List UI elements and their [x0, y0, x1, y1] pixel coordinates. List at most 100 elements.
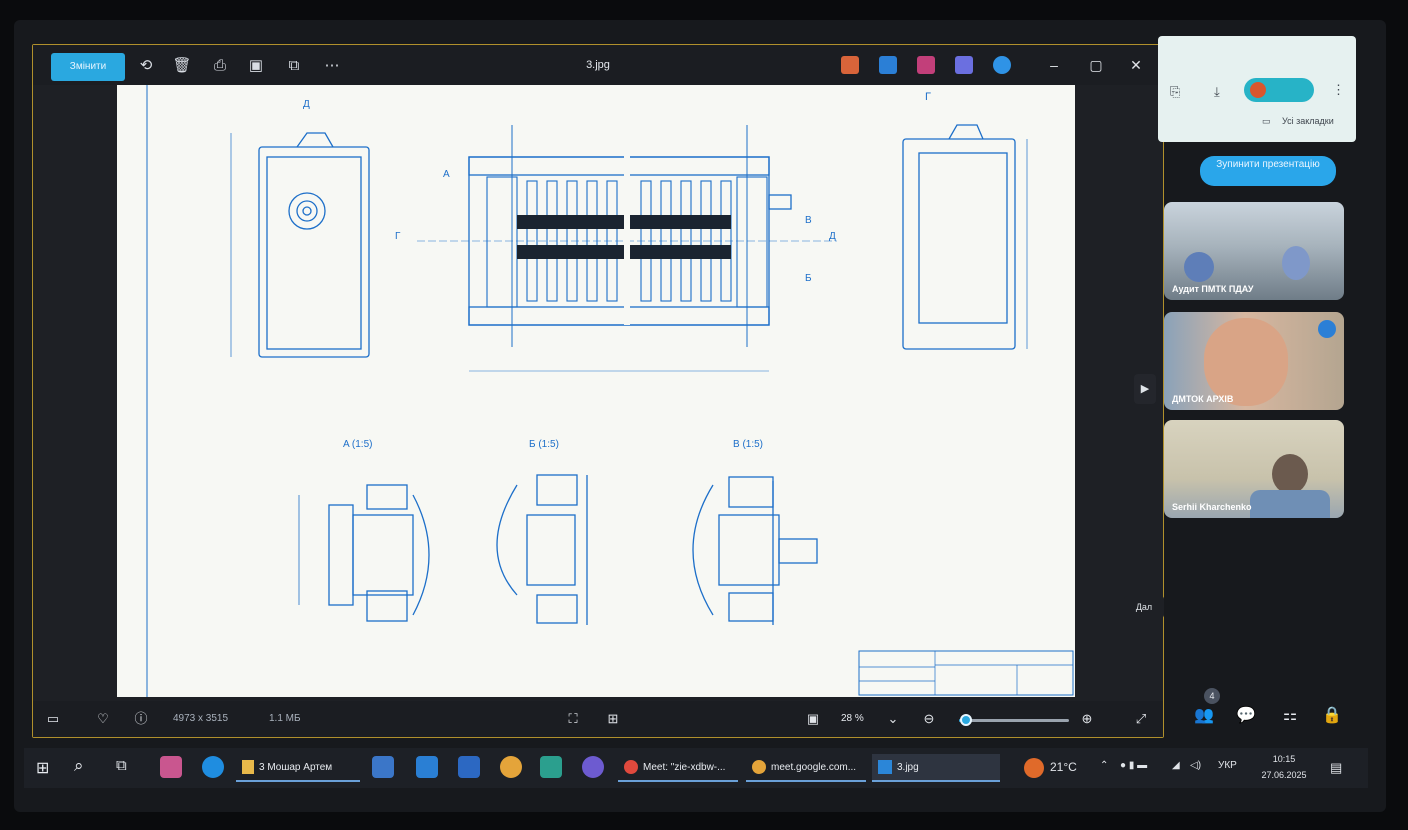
weather-icon[interactable] — [1024, 758, 1044, 778]
taskbar-app-label: 3.jpg — [897, 761, 919, 773]
copilot-icon[interactable] — [160, 756, 182, 778]
speaking-indicator-icon — [1318, 320, 1336, 338]
expand-panel-arrow-icon[interactable]: ▶ — [1134, 374, 1156, 404]
rotate-icon[interactable]: ⟲ — [135, 55, 157, 77]
taskbar-app-photos[interactable]: 3.jpg — [872, 754, 1000, 782]
fit-screen-icon[interactable]: ⛶ — [565, 711, 581, 727]
view-label-g: Г — [925, 91, 931, 103]
input-language[interactable]: УКР — [1218, 760, 1237, 771]
zoom-out-icon[interactable]: ⊖ — [921, 711, 937, 727]
windows-taskbar: ⊞ ⌕ ⧉ 3 Мошар Артем Meet: "zie-xdbw-... … — [24, 748, 1368, 788]
weather-temperature[interactable]: 21°C — [1050, 760, 1077, 774]
volume-icon[interactable]: ◁) — [1190, 760, 1201, 771]
chrome-icon — [624, 760, 638, 774]
section-label-v: B (1:5) — [733, 439, 764, 450]
zoom-slider[interactable] — [959, 714, 1069, 726]
close-button[interactable]: ✕ — [1123, 53, 1149, 77]
folder-icon: ▭ — [1262, 116, 1271, 126]
app-copilot-icon[interactable] — [841, 56, 859, 74]
people-icon[interactable]: 👥 — [1194, 706, 1214, 726]
info-icon[interactable]: ⓘ — [133, 711, 149, 727]
app-paint-icon[interactable] — [879, 56, 897, 74]
view-label-d: Д — [303, 99, 310, 110]
image-dimensions: 4973 x 3515 — [173, 713, 229, 724]
store-icon[interactable] — [372, 756, 394, 778]
browser-toolbar-popup: ⎘ ⤓ ⋮ ▭ Усі закладки — [1158, 36, 1356, 142]
app-onedrive-icon[interactable] — [993, 56, 1011, 74]
file-size: 1.1 МБ — [269, 713, 301, 724]
favorite-heart-icon[interactable]: ♡ — [95, 711, 111, 727]
participant-tile[interactable]: ДМТОК АРХІВ — [1164, 312, 1344, 410]
participant-person — [1282, 246, 1310, 280]
download-icon[interactable]: ⤓ — [1214, 84, 1220, 100]
chrome-icon[interactable] — [500, 756, 522, 778]
search-icon[interactable]: ⌕ — [74, 756, 84, 776]
app-icon[interactable] — [540, 756, 562, 778]
show-hidden-icons-chevron-icon[interactable]: ⌃ — [1100, 760, 1108, 771]
save-disk-icon[interactable] — [458, 756, 480, 778]
participant-count-badge: 4 — [1204, 688, 1220, 704]
fullscreen-icon[interactable]: ⤢ — [1133, 711, 1149, 727]
viewer-titlebar: Змінити ⟲ 🗑 ⎙ ▣ ⧉ ⋯ 3.jpg – ▢ ✕ — [33, 45, 1163, 85]
slideshow-icon[interactable]: ▣ — [805, 711, 821, 727]
photos-icon — [878, 760, 892, 774]
participant-tile[interactable]: Serhii Kharchenko — [1164, 420, 1344, 518]
actual-size-icon[interactable]: ⊞ — [605, 711, 621, 727]
participant-person — [1272, 454, 1308, 494]
window-title: 3.jpg — [586, 59, 610, 71]
zoom-level[interactable]: 28 % — [841, 713, 864, 724]
activities-icon[interactable]: ⚏ — [1280, 706, 1300, 726]
clock-time[interactable]: 10:15 — [1262, 754, 1306, 764]
participant-name: Serhii Kharchenko — [1172, 502, 1252, 512]
zoom-slider-knob[interactable] — [959, 714, 972, 726]
start-windows-icon[interactable]: ⊞ — [36, 758, 49, 778]
edge-browser-icon[interactable] — [202, 756, 224, 778]
delete-icon[interactable]: 🗑 — [171, 55, 193, 77]
print-icon[interactable]: ⎙ — [209, 55, 231, 77]
viewer-status-bar: ▭ ♡ ⓘ 4973 x 3515 1.1 МБ ⛶ ⊞ ▣ 28 % ⌄ ⊖ … — [33, 701, 1163, 737]
stop-presenting-button[interactable]: Зупинити презентацію — [1200, 156, 1336, 186]
taskbar-app-explorer[interactable]: 3 Мошар Артем — [236, 754, 360, 782]
clock-date[interactable]: 27.06.2025 — [1258, 770, 1310, 780]
viber-icon[interactable] — [582, 756, 604, 778]
participant-name: Аудит ПМТК ПДАУ — [1172, 284, 1254, 294]
app-designer-icon[interactable] — [955, 56, 973, 74]
participant-person — [1250, 490, 1330, 518]
taskbar-app-meet[interactable]: Meet: "zie-xdbw-... — [618, 754, 738, 782]
participant-person — [1184, 252, 1214, 282]
outlook-icon[interactable] — [416, 756, 438, 778]
photos-viewer-window: Змінити ⟲ 🗑 ⎙ ▣ ⧉ ⋯ 3.jpg – ▢ ✕ Д Г A (1… — [32, 44, 1164, 738]
tray-apps-icon[interactable]: ● ▮ ▬ — [1120, 760, 1147, 771]
image-canvas[interactable]: Д Г A (1:5) Б (1:5) B (1:5) A B Б Г Д — [117, 85, 1075, 697]
share-icon[interactable]: ⧉ — [283, 55, 305, 77]
section-marker-d: Д — [829, 231, 836, 242]
more-options-icon[interactable]: ⋯ — [321, 55, 343, 77]
profile-chip[interactable] — [1244, 78, 1314, 102]
browser-menu-icon[interactable]: ⋮ — [1332, 82, 1345, 98]
save-icon[interactable]: ▣ — [245, 55, 267, 77]
task-view-icon[interactable]: ⧉ — [116, 757, 127, 774]
all-bookmarks-link[interactable]: Усі закладки — [1282, 116, 1334, 126]
taskbar-app-meet-google[interactable]: meet.google.com... — [746, 754, 866, 782]
section-marker-b: Б — [805, 273, 812, 284]
extensions-icon[interactable]: ⎘ — [1170, 84, 1180, 100]
section-marker-g: Г — [395, 231, 401, 242]
participant-person — [1204, 318, 1288, 406]
edit-image-button[interactable]: Змінити — [51, 53, 125, 81]
notifications-icon[interactable]: ▤ — [1330, 760, 1342, 776]
wifi-icon[interactable]: ◢ — [1172, 760, 1180, 771]
host-controls-lock-icon[interactable]: 🔒 — [1322, 706, 1342, 726]
participant-tile[interactable]: Аудит ПМТК ПДАУ — [1164, 202, 1344, 300]
taskbar-app-label: 3 Мошар Артем — [259, 761, 333, 773]
chat-icon[interactable]: 💬 — [1236, 706, 1256, 726]
filmstrip-icon[interactable]: ▭ — [45, 711, 61, 727]
section-label-b: Б (1:5) — [529, 439, 559, 450]
zoom-in-icon[interactable]: ⊕ — [1079, 711, 1095, 727]
section-marker-v: B — [805, 215, 812, 226]
app-clipchamp-icon[interactable] — [917, 56, 935, 74]
maximize-button[interactable]: ▢ — [1083, 53, 1109, 77]
engineering-drawing — [146, 85, 1074, 697]
zoom-dropdown-chevron-icon[interactable]: ⌄ — [885, 711, 901, 727]
minimize-button[interactable]: – — [1041, 53, 1067, 77]
taskbar-app-label: meet.google.com... — [771, 761, 857, 773]
